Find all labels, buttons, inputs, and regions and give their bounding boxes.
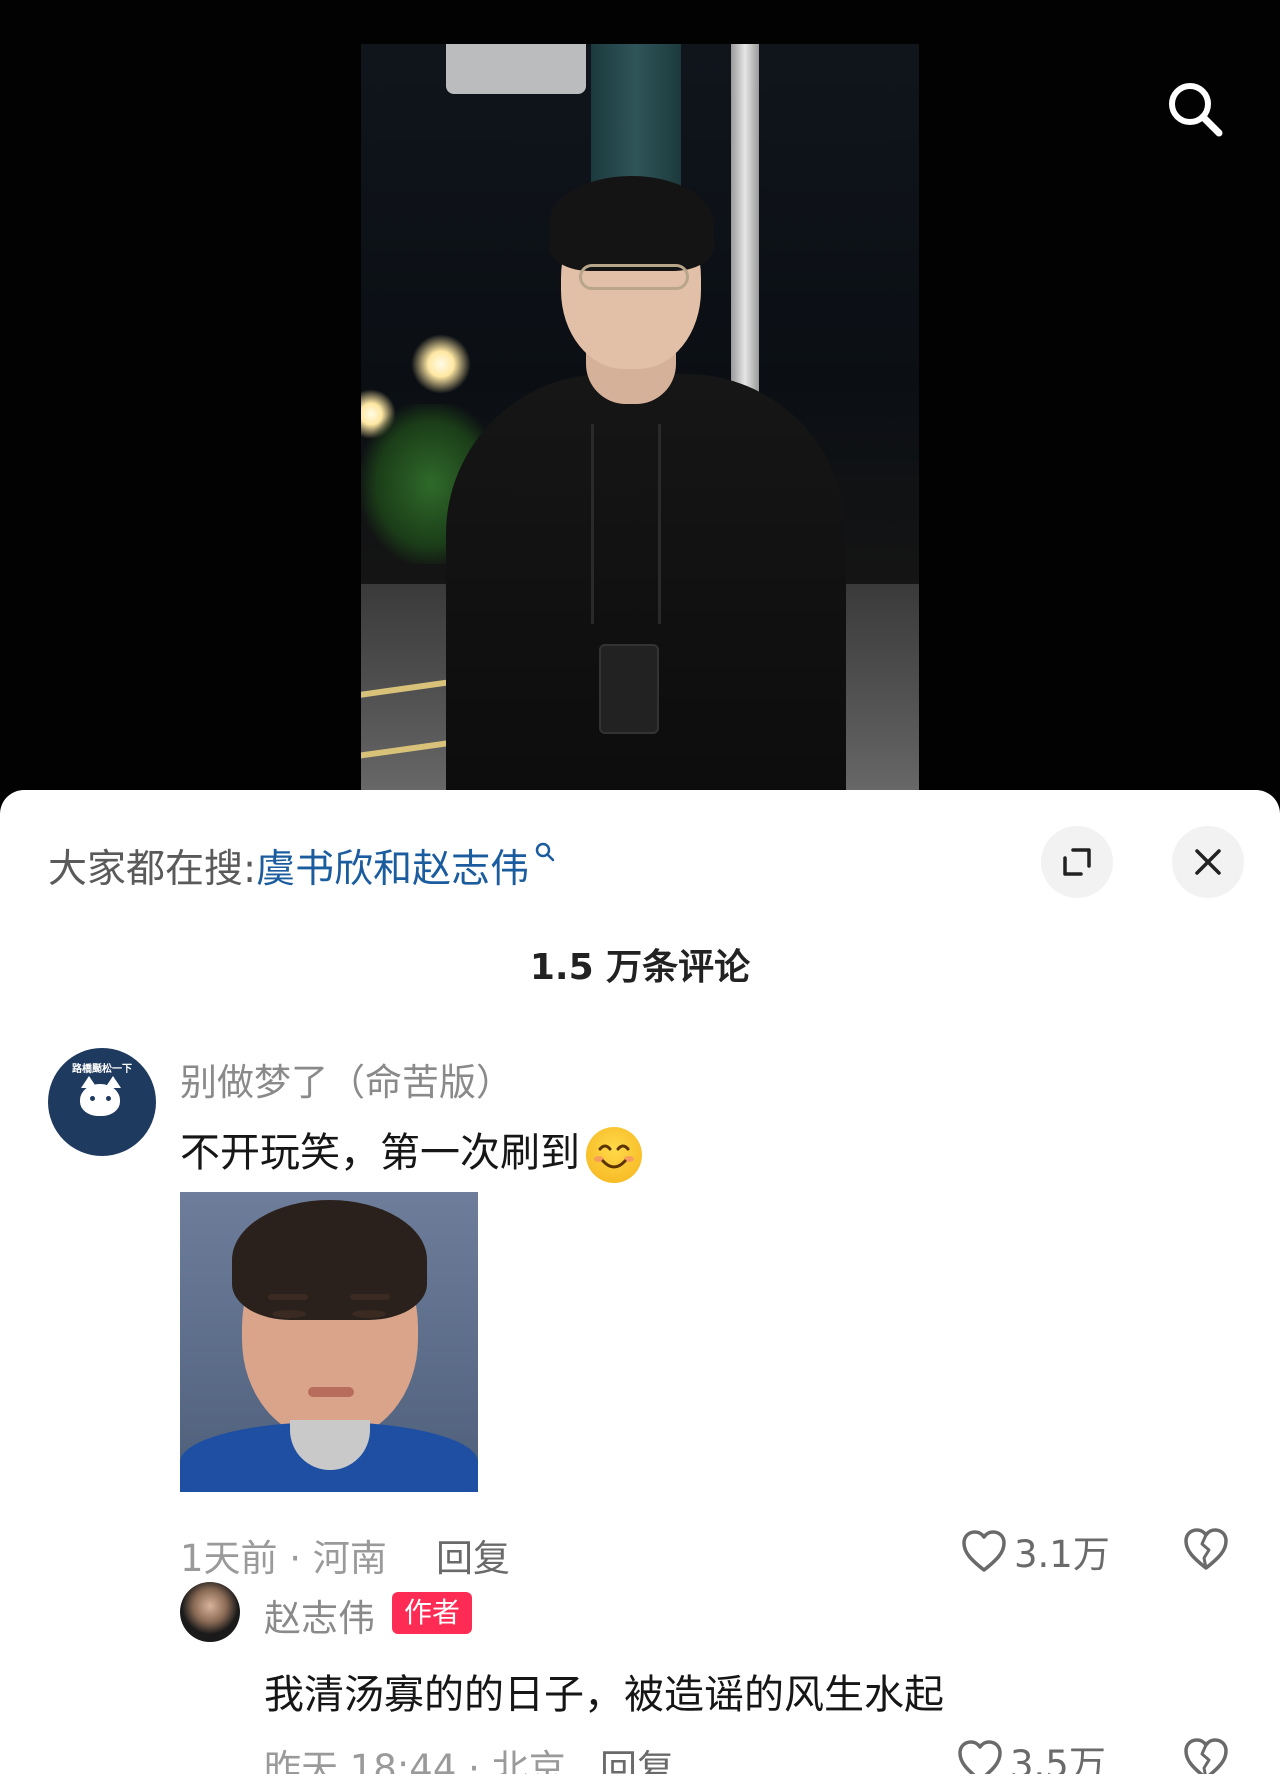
heart-icon [962,1530,1006,1572]
photo-eye [272,1310,306,1318]
photo-eye [352,1310,386,1318]
close-icon [1195,849,1221,875]
lanyard-pouch [599,644,659,734]
dislike-button[interactable] [1182,1526,1230,1576]
person-hair [549,176,714,271]
expand-icon [1063,848,1091,876]
reply-button[interactable]: 回复 [600,1738,674,1774]
video-frame[interactable] [361,44,919,800]
comment-meta: 昨天 18:44 · 北京 [264,1747,566,1774]
smile-emoji [586,1127,642,1183]
author-badge: 作者 [392,1592,473,1634]
cat-eye [106,1096,111,1101]
comment-text-content: 不开玩笑，第一次刷到 [180,1130,580,1176]
trending-search[interactable]: 大家都在搜:虞书欣和赵志伟 [48,838,557,894]
reply-button[interactable]: 回复 [436,1528,510,1582]
like-button[interactable]: 3.1万 [960,1524,1110,1578]
cat-eye [90,1096,95,1101]
comment-username[interactable]: 别做梦了（命苦版） [180,1052,513,1106]
search-icon [1169,83,1223,137]
photo-mouth [308,1387,354,1397]
comment-image[interactable] [180,1192,478,1492]
street-sign [446,44,586,94]
heart-icon [958,1740,1002,1774]
photo-hair [232,1200,427,1320]
person-glasses [579,264,689,290]
comment-text: 我清汤寡的的日子，被造谣的风生水起 [264,1672,944,1718]
street-light [411,334,471,394]
close-button[interactable] [1172,826,1244,898]
search-button[interactable] [1160,74,1230,144]
comment-text: 不开玩笑，第一次刷到 [180,1120,642,1183]
video-player[interactable] [0,0,1280,800]
trending-prefix: 大家都在搜: [48,847,257,892]
comment-count: 1.5 万条评论 [529,947,751,988]
broken-heart-icon [1184,1528,1228,1570]
cat-face [80,1084,120,1116]
comment-username[interactable]: 赵志伟 [264,1588,375,1642]
dislike-button[interactable] [1182,1736,1230,1774]
avatar[interactable]: 路橋颳松一下 [48,1048,156,1156]
photo-brow [350,1294,390,1300]
trending-term-link[interactable]: 虞书欣和赵志伟 [256,847,529,892]
comment-meta: 1天前 · 河南 [180,1537,387,1580]
comment-sheet: 大家都在搜:虞书欣和赵志伟 1.5 万条评论 路橋颳松一下 别做梦了（命苦版） … [0,790,1280,1774]
like-button[interactable]: 3.5万 [956,1734,1106,1774]
avatar[interactable] [180,1582,240,1642]
lanyard [591,424,661,624]
search-mini-icon [535,842,555,862]
avatar-text: 路橋颳松一下 [72,1064,132,1075]
like-count: 3.1万 [1014,1533,1110,1576]
like-count: 3.5万 [1010,1743,1106,1774]
broken-heart-icon [1184,1738,1228,1774]
expand-button[interactable] [1041,826,1113,898]
photo-brow [268,1294,308,1300]
